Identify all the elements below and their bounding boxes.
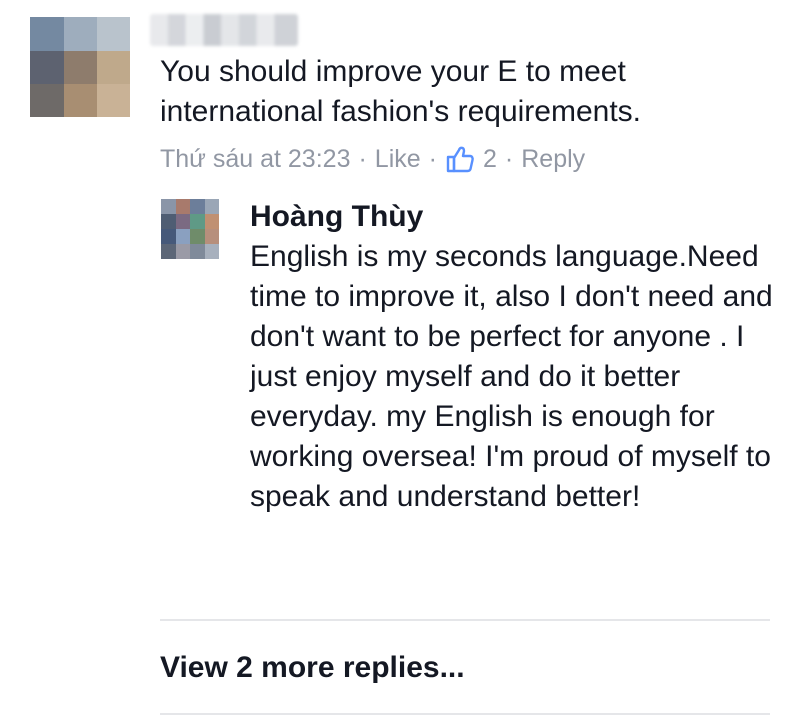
reply-author-name[interactable]: Hoàng Thùy [250, 199, 423, 235]
reply-author-avatar[interactable] [161, 199, 219, 259]
comment-meta: Thứ sáu at 23:23 · Like · 2 · Reply [160, 141, 585, 177]
thumbs-up-icon[interactable] [445, 144, 475, 174]
comment-text: You should improve your E to meet intern… [160, 55, 641, 128]
commenter-avatar[interactable] [30, 17, 130, 117]
comment-thread: You should improve your E to meet intern… [0, 0, 800, 719]
reply-link[interactable]: Reply [521, 145, 585, 174]
meta-separator: · [504, 144, 514, 173]
like-link[interactable]: Like [375, 145, 421, 174]
view-more-replies-link[interactable]: View 2 more replies... [160, 648, 465, 688]
like-count[interactable]: 2 [483, 145, 497, 174]
meta-separator: · [358, 144, 367, 173]
meta-separator: · [428, 144, 437, 173]
comment-timestamp[interactable]: Thứ sáu at 23:23 [160, 145, 350, 174]
reply-text: English is my seconds language.Need time… [250, 240, 773, 513]
divider [160, 619, 770, 621]
divider [160, 713, 770, 715]
commenter-name-redacted[interactable] [150, 14, 298, 46]
